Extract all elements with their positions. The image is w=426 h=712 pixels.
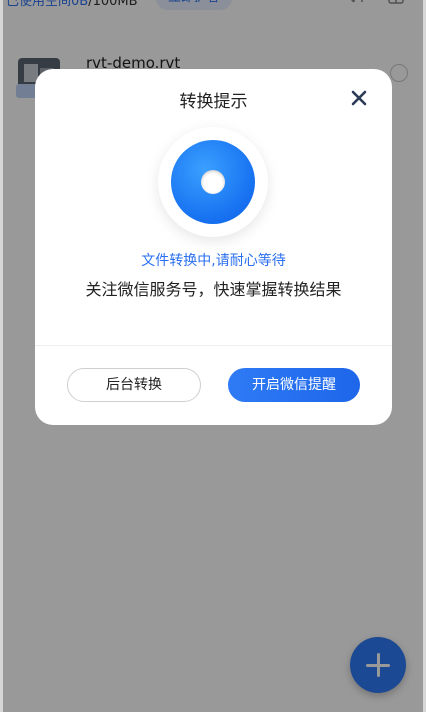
close-icon[interactable] [349, 88, 369, 108]
dialog-title: 转换提示 [179, 92, 248, 112]
converting-disc-icon [158, 127, 268, 237]
enable-wechat-reminder-button[interactable]: 开启微信提醒 [228, 368, 360, 402]
status-message: 文件转换中,请耐心等待 [141, 253, 286, 269]
dialog-divider [35, 345, 392, 346]
background-convert-button[interactable]: 后台转换 [67, 368, 201, 402]
screen-edge-left [0, 0, 3, 712]
hint-message: 关注微信服务号，快速掌握转换结果 [85, 280, 342, 299]
conversion-dialog: 转换提示 文件转换中,请耐心等待 关注微信服务号，快速掌握转换结果 后台转换 开… [35, 69, 392, 425]
